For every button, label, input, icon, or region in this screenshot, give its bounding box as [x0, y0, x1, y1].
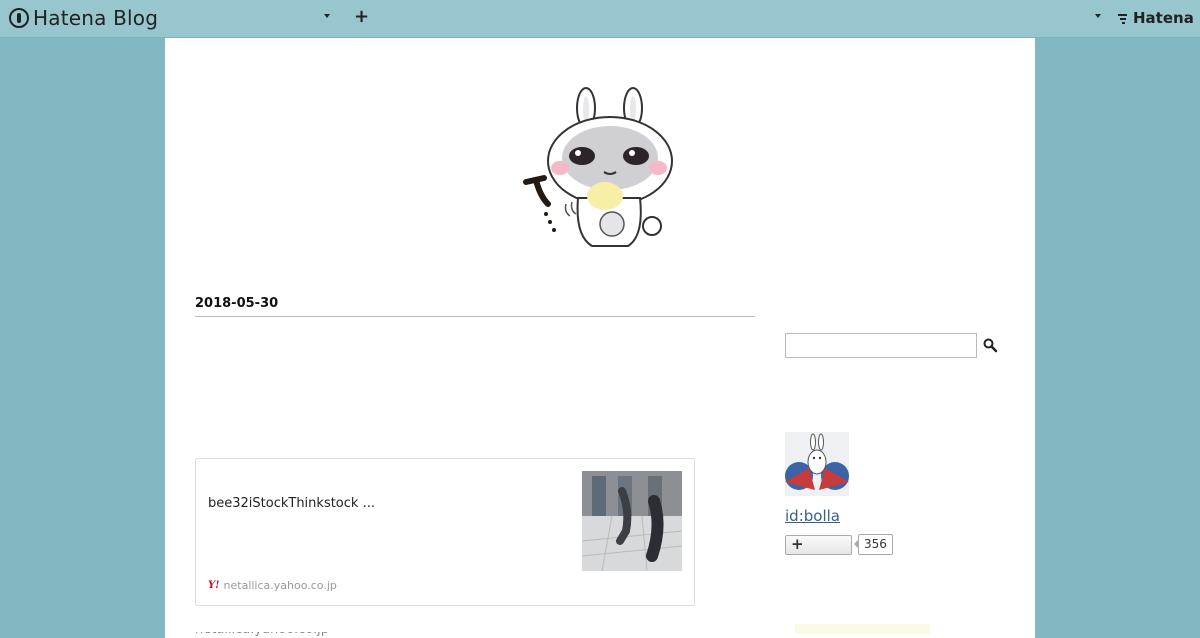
embedded-link-card[interactable]: bee32iStockThinkstock ... Y! netallica.y…	[195, 458, 695, 606]
date-divider	[195, 316, 755, 317]
hatena-logo-icon	[1118, 12, 1130, 24]
plus-icon[interactable]: +	[354, 8, 369, 26]
yahoo-logo-icon: Y!	[208, 580, 220, 591]
chevron-down-icon[interactable]	[1095, 14, 1101, 18]
blog-header-image[interactable]	[520, 86, 680, 256]
follow-button[interactable]: +	[785, 535, 852, 555]
hatena-blog-logo[interactable]: Hatena Blog	[9, 6, 158, 30]
search-input[interactable]	[785, 333, 977, 358]
card-title[interactable]: bee32iStockThinkstock ...	[208, 496, 375, 511]
hatena-blog-logo-icon	[9, 8, 29, 28]
follower-count: 356	[854, 534, 893, 555]
blog-page: 2018-05-30 bee32iStockThinkstock ... Y! …	[165, 38, 1035, 638]
hatena-text: Hatena	[1133, 9, 1194, 27]
hatena-logo[interactable]: Hatena	[1118, 9, 1194, 27]
profile-avatar[interactable]	[785, 432, 849, 496]
chevron-down-icon[interactable]	[324, 14, 330, 18]
sidebar-module	[795, 624, 930, 634]
brand-text: Hatena Blog	[33, 6, 159, 30]
card-source-host[interactable]: netallica.yahoo.co.jp	[224, 579, 337, 592]
search-icon[interactable]	[982, 337, 998, 353]
global-header: Hatena Blog + Hatena	[0, 0, 1200, 38]
card-source[interactable]: Y! netallica.yahoo.co.jp	[208, 579, 337, 592]
profile-id-link[interactable]: id:bolla	[785, 507, 840, 525]
plus-icon: +	[791, 535, 804, 553]
card-thumbnail[interactable]	[582, 471, 682, 571]
entry-date[interactable]: 2018-05-30	[195, 296, 278, 311]
